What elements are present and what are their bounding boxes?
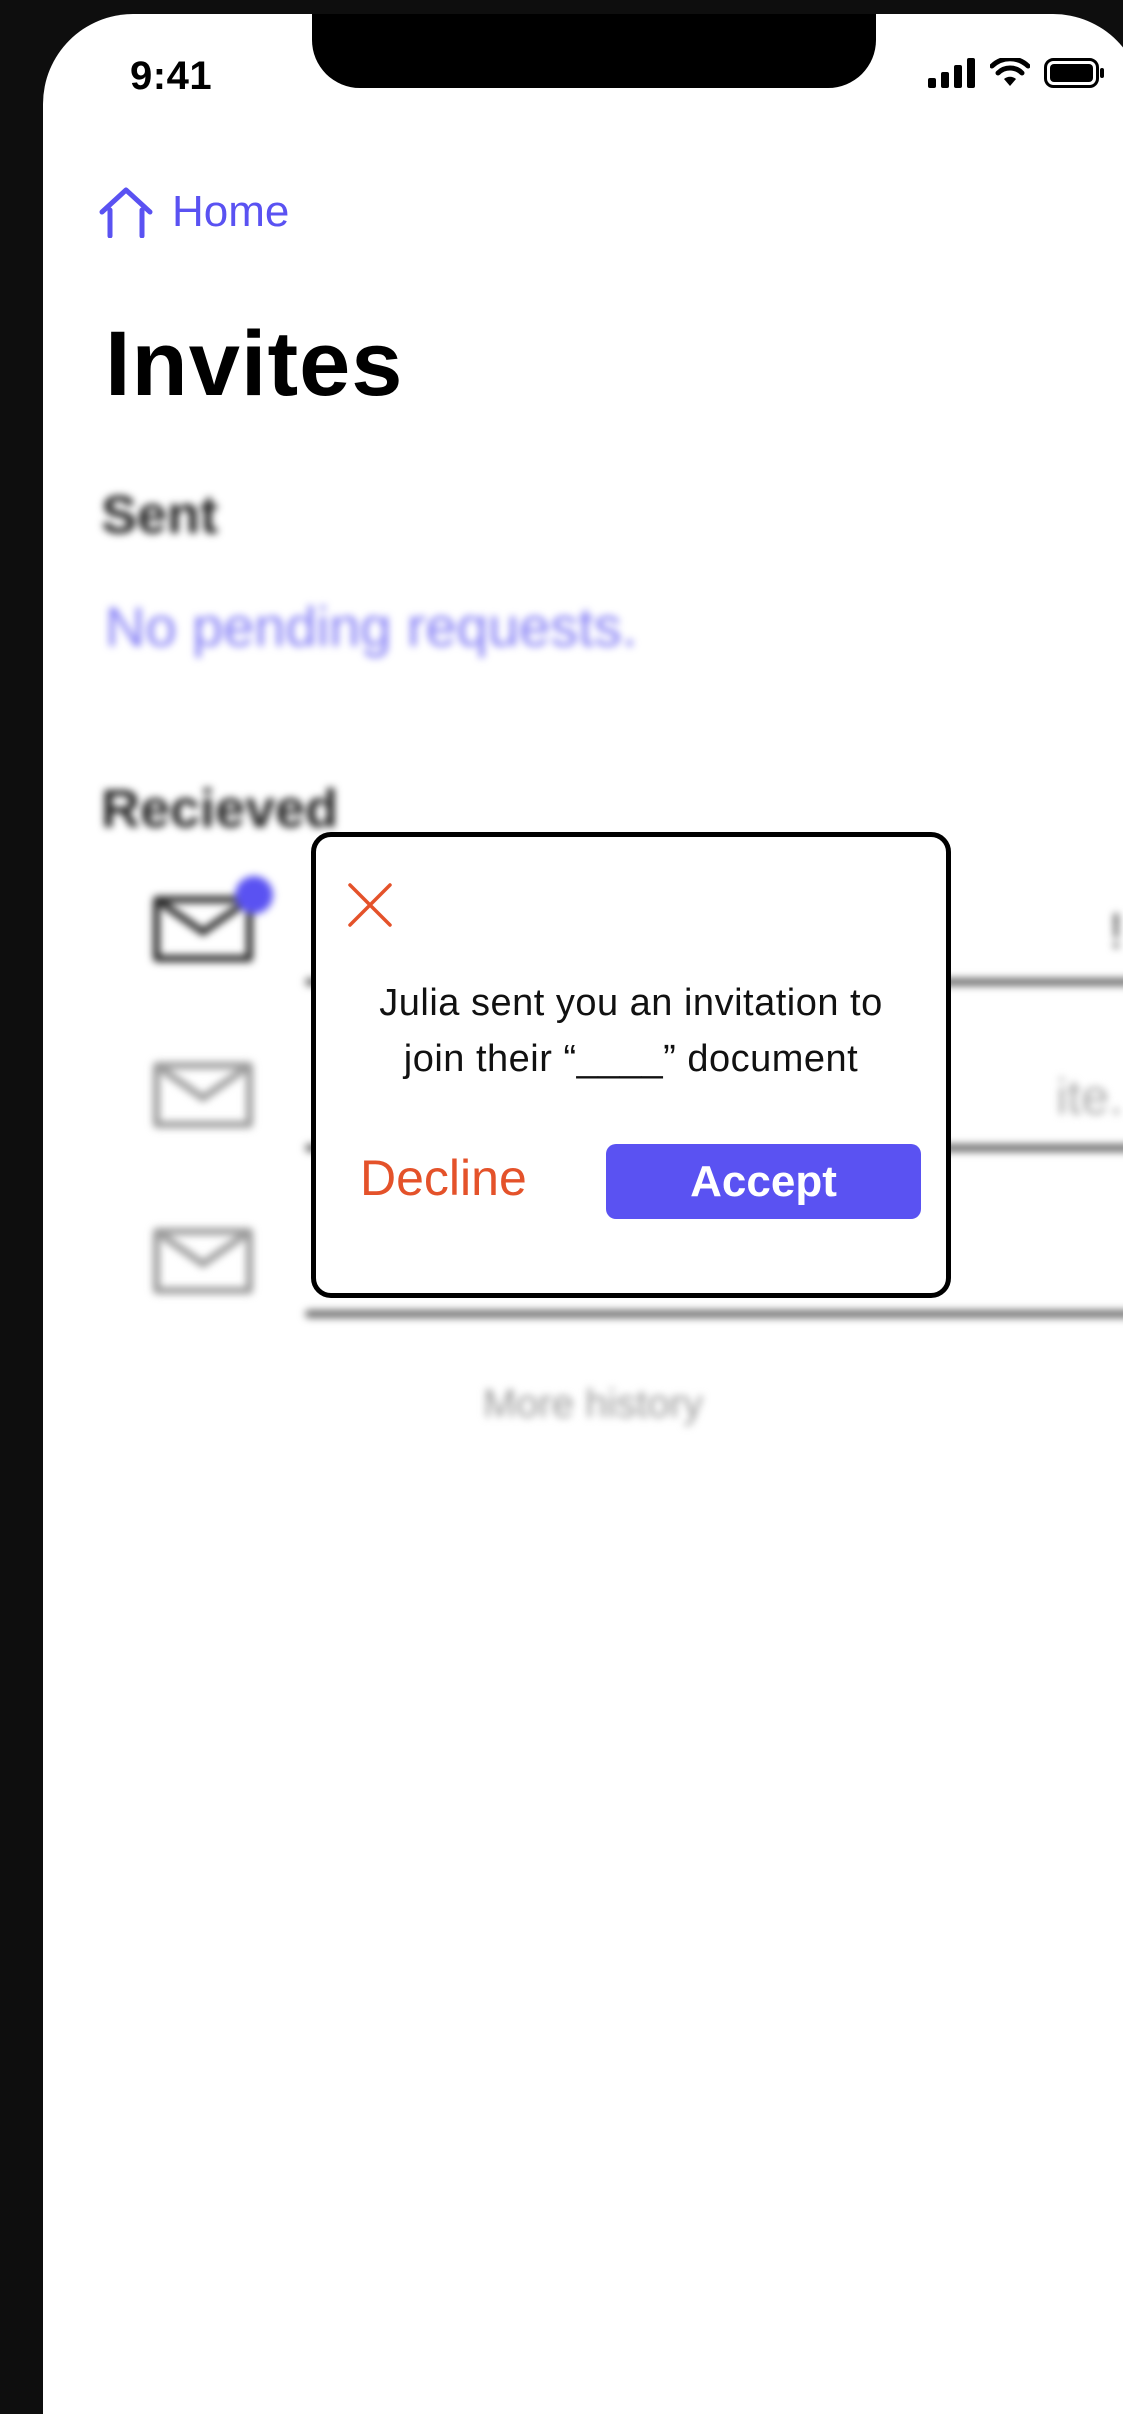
battery-icon [1044,58,1104,88]
close-button[interactable] [346,881,394,929]
status-time: 9:41 [130,54,213,98]
envelope-icon [153,1062,253,1128]
sent-empty-message: No pending requests. [105,595,638,658]
home-icon [99,187,153,238]
page-title: Invites [105,313,404,415]
received-heading: Recieved [101,779,339,839]
sent-heading: Sent [101,485,219,545]
cellular-signal-icon [928,58,975,88]
device-notch [312,14,876,88]
home-link[interactable]: Home [98,186,289,238]
status-icons [928,58,1106,88]
unread-badge [235,876,273,914]
phone-screen: 9:41 Home Invites Sent No pending reques… [43,14,1123,2414]
decline-button[interactable]: Decline [360,1149,527,1207]
more-history-link[interactable]: More history [43,1382,1123,1427]
home-link-label: Home [172,187,290,236]
invite-row-text: ! [1109,903,1123,959]
envelope-icon [153,1228,253,1294]
close-icon [348,883,392,927]
invitation-dialog: Julia sent you an invitation to join the… [311,832,951,1298]
wifi-icon [990,58,1030,86]
accept-button[interactable]: Accept [606,1144,921,1219]
invitation-message: Julia sent you an invitation to join the… [379,982,883,1080]
row-divider [305,1310,1123,1318]
invite-row-text: ite. [1056,1069,1123,1125]
